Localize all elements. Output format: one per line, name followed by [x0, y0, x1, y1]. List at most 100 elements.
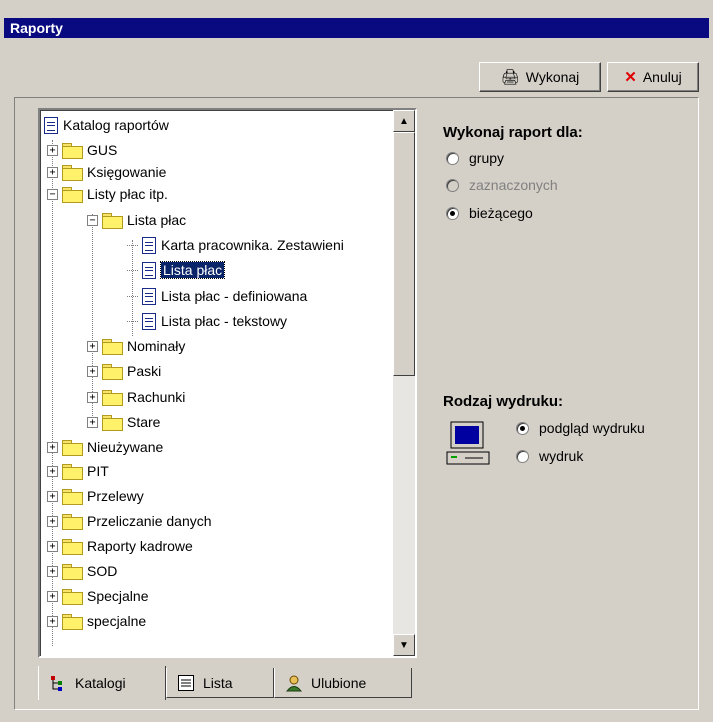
- preview-option[interactable]: podgląd wydruku: [516, 420, 645, 436]
- computer-icon: [446, 421, 490, 465]
- expand-icon[interactable]: +: [47, 590, 58, 602]
- tree-item-report[interactable]: Lista płac - tekstowy: [127, 310, 287, 332]
- radio-button[interactable]: [516, 449, 529, 463]
- radio-label: zaznaczonych: [469, 177, 558, 193]
- folder-icon: [62, 489, 83, 505]
- expand-icon[interactable]: +: [47, 565, 58, 577]
- folder-icon: [62, 614, 83, 630]
- tab-label: Ulubione: [311, 674, 367, 691]
- expand-icon[interactable]: +: [47, 465, 58, 477]
- tab-label: Lista: [203, 674, 233, 691]
- radio-current-option[interactable]: bieżącego: [446, 205, 533, 221]
- print-type-title: Rodzaj wydruku:: [443, 393, 564, 410]
- radio-button[interactable]: [446, 206, 459, 220]
- tree-item-label: Księgowanie: [87, 164, 167, 180]
- tree-item-folder[interactable]: + Nominały: [87, 335, 185, 357]
- expand-icon[interactable]: +: [47, 540, 58, 552]
- tree-item-label: GUS: [87, 142, 118, 158]
- tree-connector: [127, 320, 138, 322]
- radio-label: grupy: [469, 150, 505, 166]
- tab-lista[interactable]: Lista: [166, 668, 274, 698]
- expand-icon[interactable]: +: [47, 144, 58, 156]
- expand-icon[interactable]: +: [47, 490, 58, 502]
- tree-item-report[interactable]: Karta pracownika. Zestawieni: [127, 234, 344, 256]
- tree-item-label: Raporty kadrowe: [87, 538, 193, 554]
- collapse-icon[interactable]: −: [47, 188, 58, 200]
- tree-item-label: SOD: [87, 563, 118, 579]
- tab-label: Katalogi: [75, 675, 126, 691]
- tree-item-label: PIT: [87, 463, 109, 479]
- tree-item-label: Nominały: [127, 338, 186, 354]
- tree-item-folder[interactable]: + Raporty kadrowe: [47, 535, 193, 557]
- tree-item-folder[interactable]: + Specjalne: [47, 585, 149, 607]
- tree-root[interactable]: Katalog raportów: [44, 114, 169, 136]
- catalog-icon: [44, 116, 58, 134]
- expand-icon[interactable]: +: [47, 441, 58, 453]
- tree-item-folder[interactable]: + Nieużywane: [47, 436, 163, 458]
- tab-katalogi[interactable]: Katalogi: [38, 666, 166, 700]
- radio-group-option[interactable]: grupy: [446, 150, 504, 166]
- tree-item-label: Listy płac itp.: [87, 186, 168, 202]
- radio-label: wydruk: [539, 448, 584, 464]
- tree-item-label: Lista płac - tekstowy: [161, 313, 288, 329]
- tab-ulubione[interactable]: Ulubione: [274, 668, 412, 698]
- radio-selected-option: zaznaczonych: [446, 177, 558, 193]
- tree-item-label: Karta pracownika. Zestawieni: [161, 237, 344, 253]
- tree-item-folder[interactable]: + Rachunki: [87, 386, 185, 408]
- tree-item-label: Stare: [127, 414, 161, 430]
- tree-item-report-selected[interactable]: Lista płac: [127, 259, 226, 281]
- report-tree[interactable]: Katalog raportów + GUS + Księgowanie − L…: [40, 110, 393, 656]
- tree-connector: [127, 295, 138, 297]
- tree-scrollbar[interactable]: ▲ ▼: [393, 110, 415, 656]
- scroll-up-arrow-icon[interactable]: ▲: [393, 110, 415, 132]
- folder-icon: [62, 464, 83, 480]
- scroll-thumb[interactable]: [393, 132, 415, 376]
- expand-icon[interactable]: +: [47, 515, 58, 527]
- expand-icon[interactable]: +: [87, 391, 98, 403]
- tree-item-folder[interactable]: + Księgowanie: [47, 161, 166, 183]
- tree-item-folder[interactable]: + specjalne: [47, 610, 146, 632]
- folder-icon: [62, 539, 83, 555]
- report-icon: [142, 312, 156, 330]
- tree-item-folder[interactable]: + GUS: [47, 139, 117, 161]
- expand-icon[interactable]: +: [87, 416, 98, 428]
- report-tree-panel: Katalog raportów + GUS + Księgowanie − L…: [38, 108, 417, 658]
- expand-icon[interactable]: +: [47, 615, 58, 627]
- tree-item-label: Nieużywane: [87, 439, 164, 455]
- expand-icon[interactable]: +: [87, 365, 98, 377]
- tree-item-folder[interactable]: + Stare: [87, 411, 160, 433]
- run-button[interactable]: 🖨 Wykonaj: [479, 62, 601, 92]
- radio-button[interactable]: [516, 421, 529, 435]
- tree-item-label: Przeliczanie danych: [87, 513, 212, 529]
- folder-icon: [62, 564, 83, 580]
- folder-open-icon: [102, 213, 123, 229]
- cancel-button[interactable]: ✕ Anuluj: [607, 62, 699, 92]
- tree-item-folder[interactable]: + Przelewy: [47, 485, 144, 507]
- radio-button[interactable]: [446, 151, 459, 165]
- run-button-label: Wykonaj: [525, 69, 580, 85]
- folder-icon: [102, 339, 123, 355]
- tree-item-folder[interactable]: + SOD: [47, 560, 117, 582]
- expand-icon[interactable]: +: [47, 166, 58, 178]
- tree-item-folder[interactable]: − Listy płac itp.: [47, 183, 168, 205]
- folder-icon: [102, 415, 123, 431]
- report-icon: [142, 287, 156, 305]
- print-option[interactable]: wydruk: [516, 448, 583, 464]
- tree-item-folder[interactable]: − Lista płac: [87, 209, 186, 231]
- tree-connector: [127, 244, 138, 246]
- run-printer-icon: 🖨: [500, 68, 520, 86]
- collapse-icon[interactable]: −: [87, 214, 98, 226]
- tree-item-report[interactable]: Lista płac - definiowana: [127, 285, 307, 307]
- list-icon: [178, 674, 194, 691]
- tree-item-folder[interactable]: + PIT: [47, 460, 109, 482]
- scroll-down-arrow-icon[interactable]: ▼: [393, 634, 415, 656]
- close-icon: ✕: [624, 68, 637, 86]
- report-icon: [142, 261, 156, 279]
- tree-item-folder[interactable]: + Przeliczanie danych: [47, 510, 212, 532]
- tree-connector: [127, 269, 138, 271]
- cancel-button-label: Anuluj: [642, 69, 682, 85]
- tree-item-folder[interactable]: + Paski: [87, 360, 161, 382]
- expand-icon[interactable]: +: [87, 340, 98, 352]
- folder-icon: [62, 165, 83, 181]
- tree-item-label: specjalne: [87, 613, 147, 629]
